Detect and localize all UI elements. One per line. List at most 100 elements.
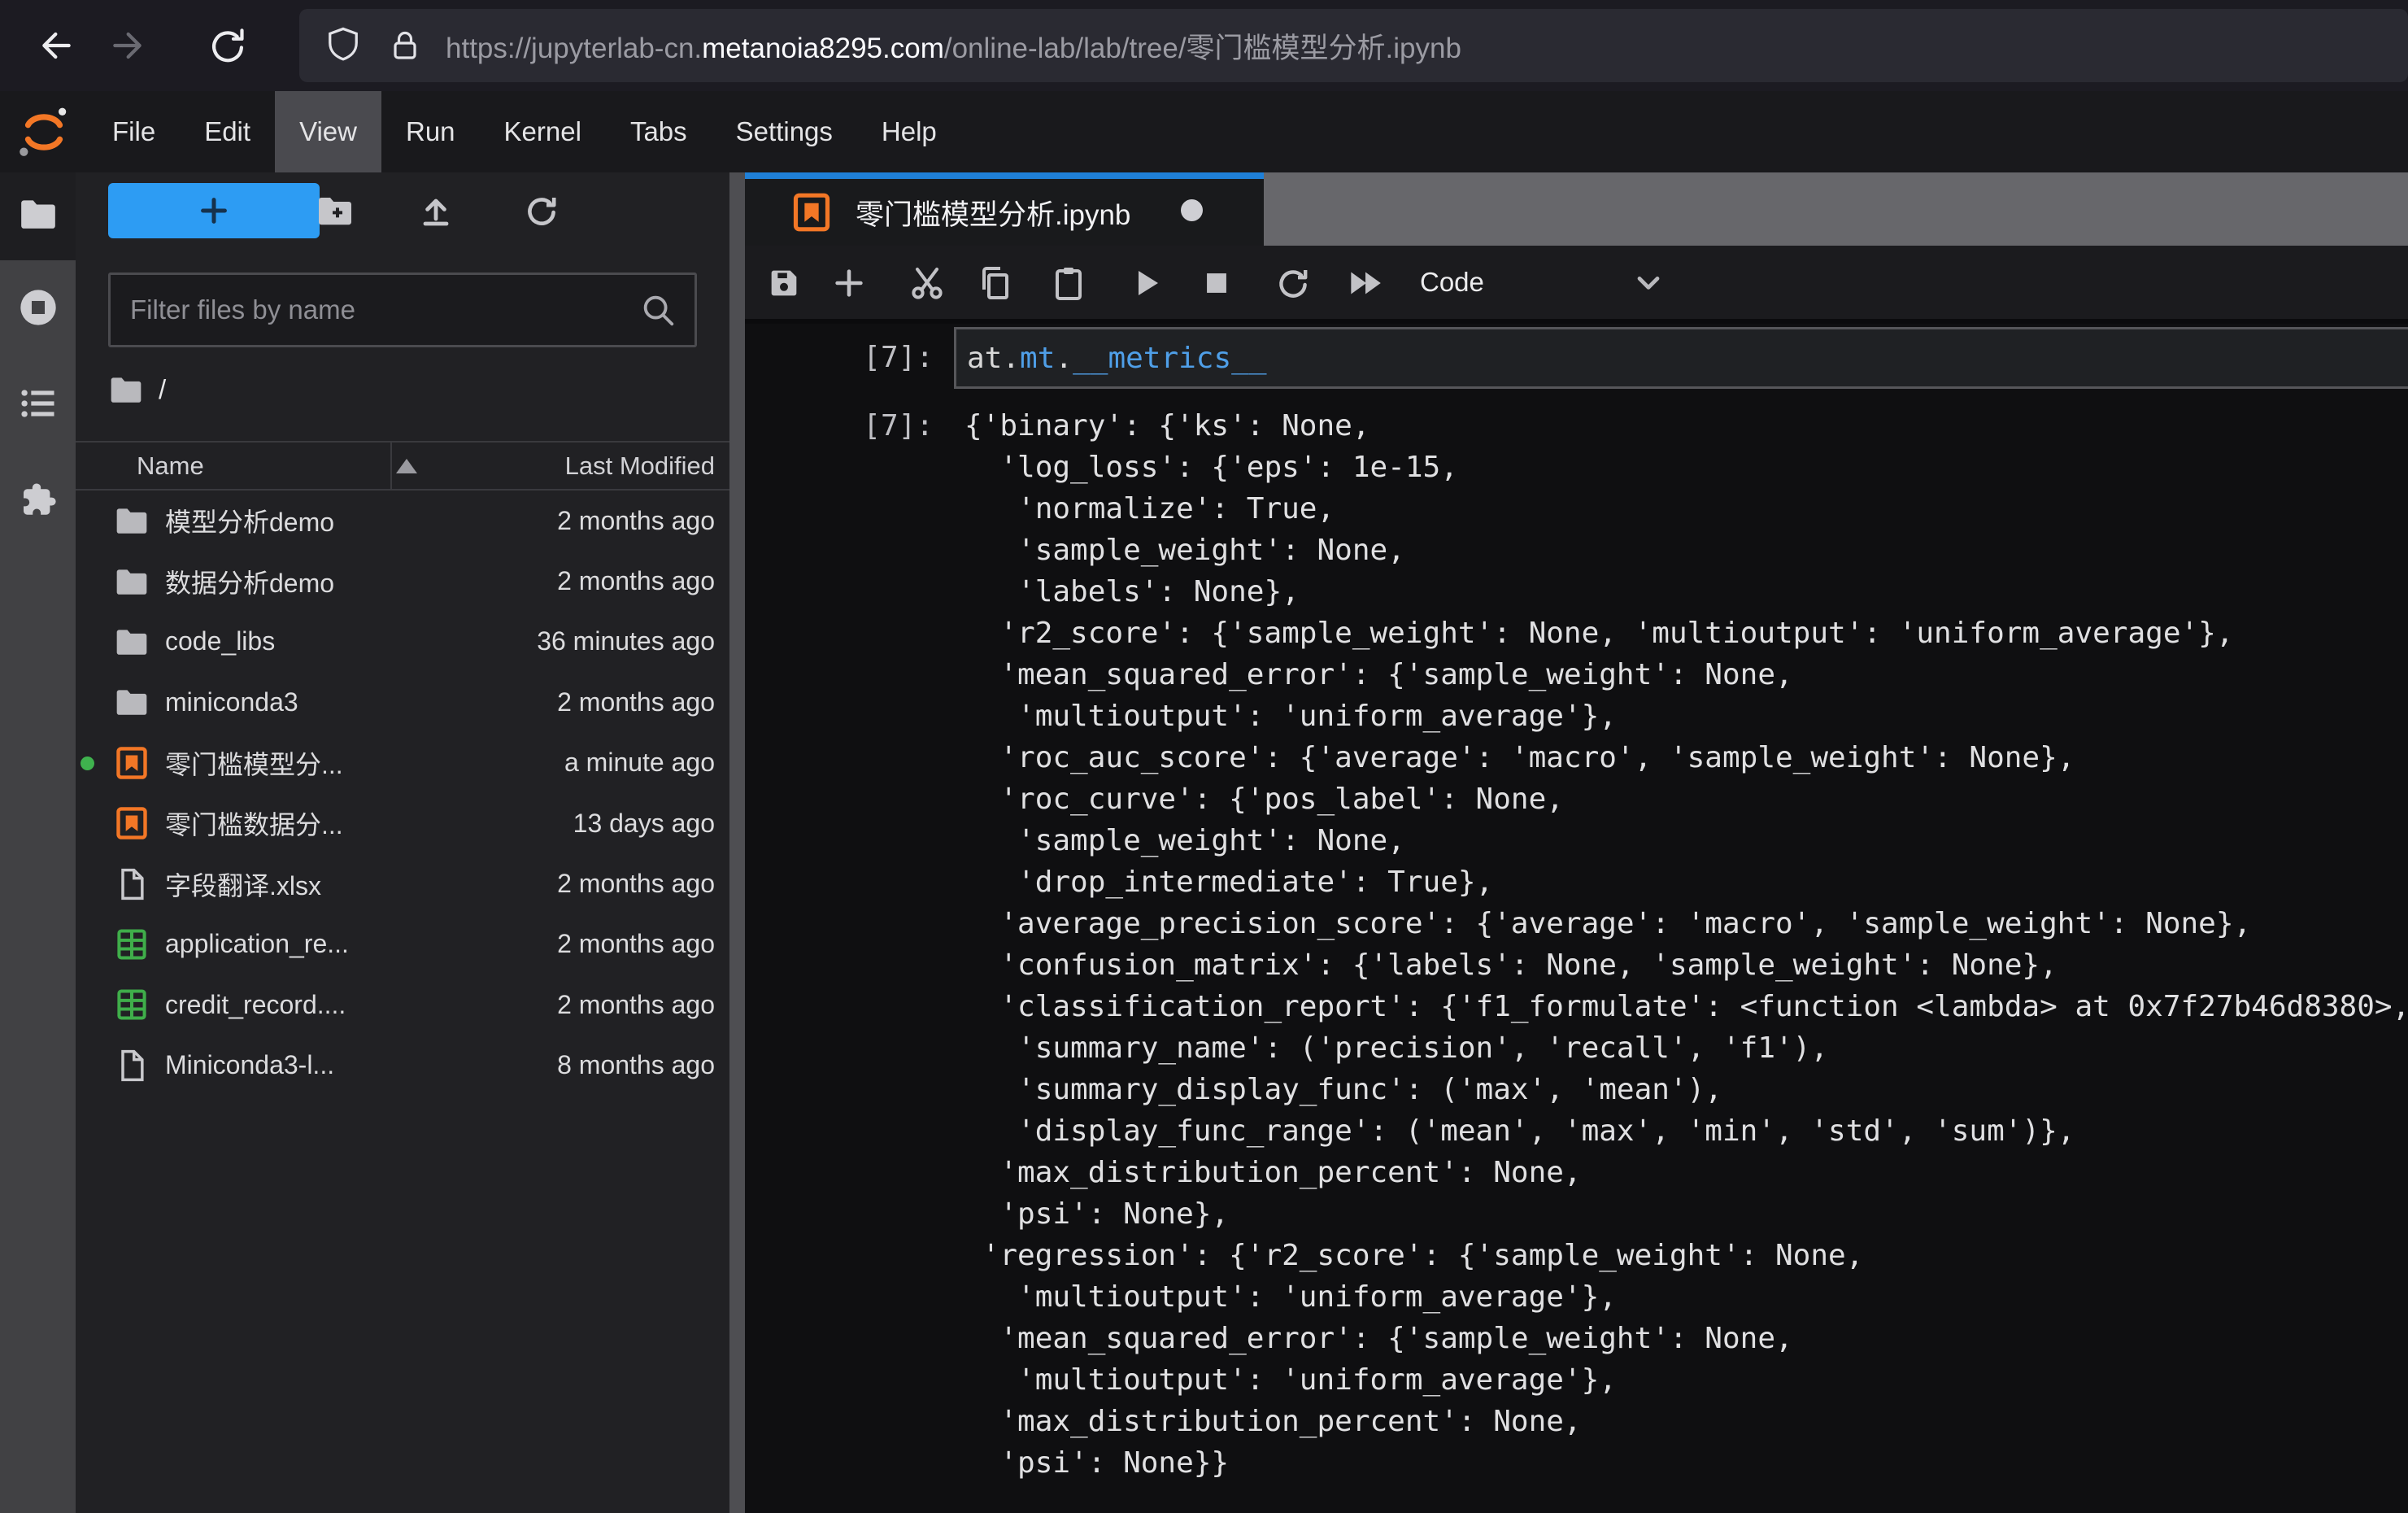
menu-item[interactable]: Help: [857, 91, 961, 172]
new-launcher-button[interactable]: [108, 183, 320, 238]
run-all-icon[interactable]: [1339, 257, 1391, 309]
menu-bar: FileEditViewRunKernelTabsSettingsHelp: [0, 91, 2408, 172]
file-modified-time: 8 months ago: [557, 1050, 715, 1080]
file-row[interactable]: code_libs 36 minutes ago: [76, 612, 729, 672]
cell-type-value: Code: [1420, 267, 1484, 298]
file-name: 字段翻译.xlsx: [165, 866, 321, 903]
sort-by-modified-header[interactable]: Last Modified: [565, 451, 715, 481]
stop-icon[interactable]: [1191, 257, 1243, 309]
forward-icon[interactable]: [107, 23, 153, 68]
file-row[interactable]: 模型分析demo 2 months ago: [76, 491, 729, 551]
menu-item[interactable]: Settings: [712, 91, 857, 172]
refresh-icon[interactable]: [513, 182, 570, 239]
unsaved-changes-dot[interactable]: [1181, 199, 1203, 221]
sort-ascending-icon: [396, 459, 417, 473]
cell-output-text: {'binary': {'ks': None, 'log_loss': {'ep…: [965, 405, 2408, 1484]
breadcrumb[interactable]: /: [108, 366, 166, 413]
menu-item[interactable]: Edit: [180, 91, 275, 172]
jupyter-logo-icon: [0, 91, 88, 172]
file-list: 模型分析demo 2 months ago 数据分析demo 2 months …: [76, 491, 729, 1096]
file-type-icon: [114, 503, 150, 538]
shield-icon[interactable]: [322, 24, 364, 67]
file-type-icon: [114, 927, 150, 962]
panel-splitter[interactable]: [729, 172, 745, 1513]
restart-kernel-icon[interactable]: [1267, 257, 1319, 309]
filter-files-input[interactable]: [111, 294, 639, 325]
add-cell-icon[interactable]: [823, 257, 875, 309]
new-folder-icon[interactable]: [307, 182, 364, 239]
file-modified-time: 2 months ago: [557, 929, 715, 959]
search-icon: [639, 291, 677, 329]
file-type-icon: [114, 805, 150, 841]
dock-tab-bar: 零门槛模型分析.ipynb: [745, 172, 2408, 246]
menu-item[interactable]: Tabs: [606, 91, 712, 172]
paste-icon[interactable]: [1043, 257, 1095, 309]
file-name: miniconda3: [165, 687, 298, 717]
notebook-content: [7]: at.mt.__metrics__ [7]: {'binary': {…: [745, 324, 2408, 1513]
file-modified-time: 2 months ago: [557, 506, 715, 536]
filter-files-box: [108, 273, 697, 347]
running-kernels-icon[interactable]: [0, 286, 76, 329]
output-prompt: [7]:: [745, 405, 934, 447]
copy-icon[interactable]: [969, 257, 1021, 309]
sidebar-tab-strip: [0, 172, 76, 1513]
file-row[interactable]: 零门槛模型分... a minute ago: [76, 733, 729, 793]
file-row[interactable]: application_re... 2 months ago: [76, 914, 729, 975]
file-modified-time: 2 months ago: [557, 687, 715, 717]
file-name: 零门槛数据分...: [165, 804, 343, 842]
file-type-icon: [114, 745, 150, 781]
breadcrumb-path: /: [159, 374, 166, 405]
menu-item[interactable]: View: [275, 91, 381, 172]
file-row[interactable]: credit_record.... 2 months ago: [76, 975, 729, 1035]
notebook-icon: [790, 191, 833, 233]
save-icon[interactable]: [758, 257, 810, 309]
file-row[interactable]: 数据分析demo 2 months ago: [76, 551, 729, 611]
file-type-icon: [114, 1048, 150, 1084]
file-name: credit_record....: [165, 990, 346, 1020]
file-type-icon: [114, 987, 150, 1022]
sort-by-name-header[interactable]: Name: [76, 451, 417, 481]
run-icon[interactable]: [1121, 257, 1173, 309]
code-line: at.mt.__metrics__: [956, 342, 1267, 375]
file-browser-panel: / Name Last Modified 模型分析demo 2 months a…: [76, 172, 729, 1513]
browser-toolbar: https://jupyterlab-cn.metanoia8295.com/o…: [0, 0, 2408, 91]
file-name: application_re...: [165, 929, 349, 959]
notebook-tab[interactable]: 零门槛模型分析.ipynb: [745, 172, 1264, 246]
file-row[interactable]: miniconda3 2 months ago: [76, 672, 729, 732]
notebook-panel: 零门槛模型分析.ipynb: [745, 172, 2408, 1513]
table-of-contents-icon[interactable]: [0, 382, 76, 425]
menu-item[interactable]: Run: [381, 91, 480, 172]
file-list-header: Name Last Modified: [76, 441, 729, 491]
file-row[interactable]: 字段翻译.xlsx 2 months ago: [76, 853, 729, 913]
cell-type-select[interactable]: Code: [1420, 246, 1666, 319]
file-browser-icon[interactable]: [0, 194, 76, 234]
url-bar[interactable]: https://jupyterlab-cn.metanoia8295.com/o…: [299, 9, 2408, 82]
file-row[interactable]: 零门槛数据分... 13 days ago: [76, 793, 729, 853]
input-prompt: [7]:: [745, 327, 934, 389]
file-modified-time: 2 months ago: [557, 566, 715, 596]
file-name: Miniconda3-l...: [165, 1050, 334, 1080]
file-modified-time: 36 minutes ago: [537, 626, 715, 656]
back-icon[interactable]: [31, 23, 76, 68]
menu-item[interactable]: Kernel: [480, 91, 606, 172]
file-type-icon: [114, 866, 150, 902]
reload-icon[interactable]: [205, 23, 250, 68]
lock-icon[interactable]: [385, 26, 425, 65]
file-modified-time: 2 months ago: [557, 869, 715, 899]
file-modified-time: 13 days ago: [573, 809, 715, 839]
notebook-toolbar: Code: [745, 246, 2408, 324]
code-cell-editor[interactable]: at.mt.__metrics__: [954, 327, 2408, 389]
upload-icon[interactable]: [407, 182, 464, 239]
file-type-icon: [114, 624, 150, 660]
notebook-tab-label: 零门槛模型分析.ipynb: [856, 192, 1130, 233]
file-row[interactable]: Miniconda3-l... 8 months ago: [76, 1036, 729, 1096]
cut-icon[interactable]: [901, 257, 953, 309]
file-modified-time: a minute ago: [564, 748, 715, 778]
menu-item[interactable]: File: [88, 91, 180, 172]
running-kernel-dot: [81, 756, 94, 770]
file-name: 模型分析demo: [165, 502, 334, 539]
file-name: 零门槛模型分...: [165, 744, 343, 782]
home-folder-icon: [108, 372, 144, 408]
file-name: code_libs: [165, 626, 275, 656]
extensions-icon[interactable]: [0, 480, 76, 524]
